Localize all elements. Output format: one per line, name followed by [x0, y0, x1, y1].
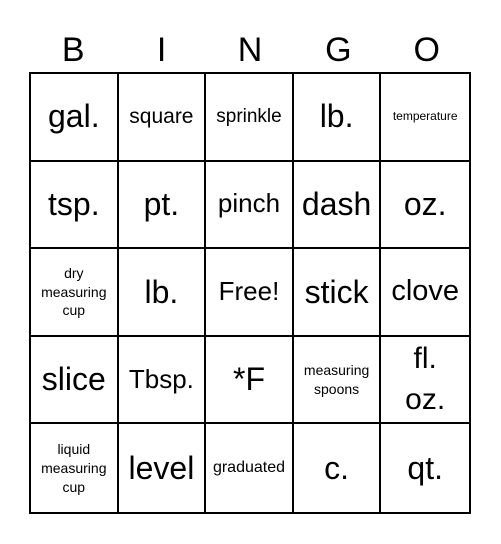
bingo-card: gal. square sprinkle lb. temperature tsp… [29, 72, 471, 514]
bingo-cell[interactable]: graduated [206, 424, 294, 512]
bingo-cell[interactable]: sprinkle [206, 74, 294, 162]
bingo-cell[interactable]: liquid measuring cup [31, 424, 119, 512]
bingo-header: B I N G O [29, 28, 471, 72]
bingo-cell[interactable]: dry measuring cup [31, 249, 119, 337]
header-letter-b: B [61, 31, 85, 69]
bingo-cell free-space[interactable]: Free! [206, 249, 294, 337]
bingo-cell[interactable]: fl. oz. [381, 337, 469, 425]
bingo-cell[interactable]: Tbsp. [118, 336, 207, 425]
header-letter-o: O [413, 31, 440, 69]
bingo-cell[interactable]: stick [293, 249, 382, 337]
header-letter-i: I [156, 31, 167, 69]
bingo-cell[interactable]: square [118, 74, 207, 162]
bingo-cell[interactable]: c. [294, 424, 382, 512]
bingo-cell[interactable]: oz. [381, 162, 469, 250]
bingo-cell[interactable]: level [119, 424, 207, 512]
bingo-cell[interactable]: *F [206, 336, 294, 425]
header-letter-g: G [325, 31, 352, 69]
bingo-cell[interactable]: lb. [118, 249, 207, 337]
bingo-cell[interactable]: qt. [381, 424, 469, 512]
bingo-cell[interactable]: clove [381, 249, 469, 337]
bingo-cell[interactable]: gal. [31, 74, 119, 162]
bingo-cell[interactable]: pt. [118, 161, 207, 250]
bingo-cell[interactable]: lb. [293, 74, 382, 162]
bingo-cell[interactable]: pinch [206, 161, 294, 250]
bingo-cell[interactable]: dash [293, 161, 382, 250]
bingo-cell[interactable]: temperature [381, 74, 469, 162]
header-letter-n: N [237, 31, 263, 69]
bingo-cell[interactable]: slice [31, 336, 119, 425]
bingo-cell[interactable]: measuring spoons [293, 336, 382, 425]
bingo-cell[interactable]: tsp. [31, 161, 119, 250]
